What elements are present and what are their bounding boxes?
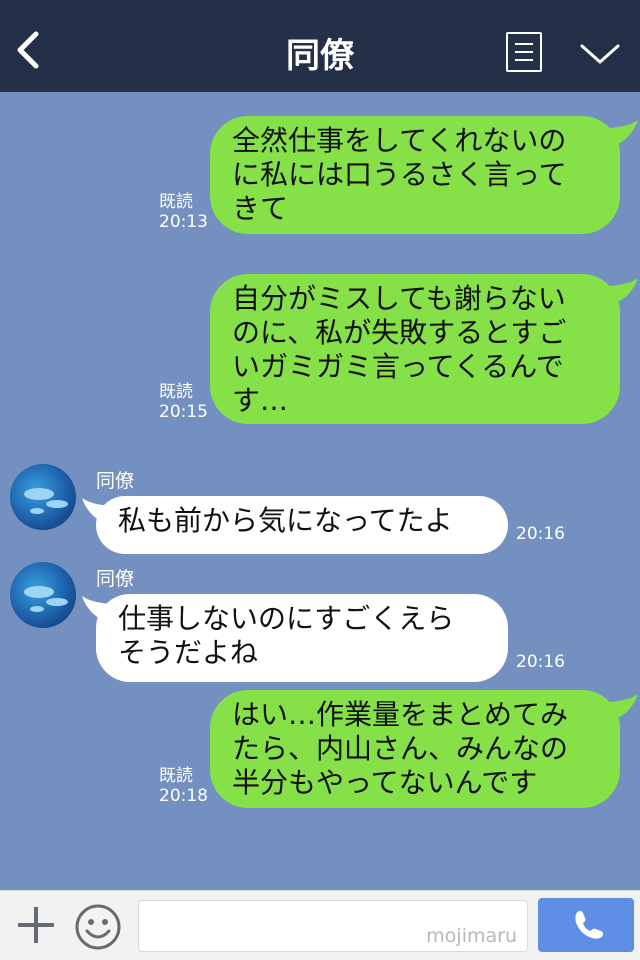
message-time: 20:13 [159, 212, 208, 232]
call-button[interactable] [538, 898, 634, 952]
bubble-tail [610, 120, 638, 146]
contact-avatar[interactable] [10, 562, 76, 628]
plus-icon [18, 907, 54, 943]
chevron-down-icon [580, 44, 620, 64]
avatar-fish [46, 598, 68, 606]
bubble-tail [610, 278, 638, 304]
chat-area[interactable]: 全然仕事をしてくれないの に私には口うるさく言って きて 既読 20:13 自分… [0, 92, 640, 890]
menu-list-icon [515, 43, 533, 45]
message-time: 20:16 [516, 652, 565, 672]
avatar-fish [24, 488, 54, 500]
avatar-fish [30, 606, 44, 612]
avatar-fish [46, 500, 68, 508]
phone-icon [575, 910, 604, 939]
outgoing-message[interactable]: 全然仕事をしてくれないの に私には口うるさく言って きて [210, 116, 620, 234]
read-receipt: 既読 [159, 382, 193, 402]
read-receipt: 既読 [159, 192, 193, 212]
message-time: 20:18 [159, 786, 208, 806]
message-input[interactable]: mojimaru [138, 900, 528, 952]
menu-button[interactable] [506, 32, 542, 72]
message-composer: mojimaru [0, 890, 640, 960]
bubble-tail [610, 694, 638, 720]
add-button[interactable] [14, 903, 58, 947]
outgoing-message[interactable]: はい…作業量をまとめてみ たら、内山さん、みんなの 半分もやってないんです [210, 690, 620, 808]
emoji-button[interactable] [74, 903, 122, 951]
incoming-message[interactable]: 仕事しないのにすごくえら そうだよね [96, 594, 508, 682]
sender-name: 同僚 [96, 470, 135, 492]
chevron-left-icon [17, 31, 39, 69]
message-time: 20:15 [159, 402, 208, 422]
outgoing-message[interactable]: 自分がミスしても謝らない のに、私が失敗するとすご いガミガミ言ってくるんで す… [210, 274, 620, 424]
sender-name: 同僚 [96, 568, 135, 590]
collapse-button[interactable] [578, 40, 622, 68]
read-receipt: 既読 [159, 766, 193, 786]
menu-line [515, 59, 533, 61]
back-button[interactable] [10, 28, 50, 72]
incoming-message[interactable]: 私も前から気になってたよ [96, 496, 508, 554]
chat-header: 同僚 [0, 0, 640, 92]
avatar-fish [30, 508, 44, 514]
menu-line [515, 51, 533, 53]
message-time: 20:16 [516, 524, 565, 544]
emoji-icon [75, 904, 121, 950]
chat-title: 同僚 [286, 36, 354, 76]
watermark: mojimaru [426, 925, 517, 947]
contact-avatar[interactable] [10, 464, 76, 530]
avatar-fish [24, 586, 54, 598]
